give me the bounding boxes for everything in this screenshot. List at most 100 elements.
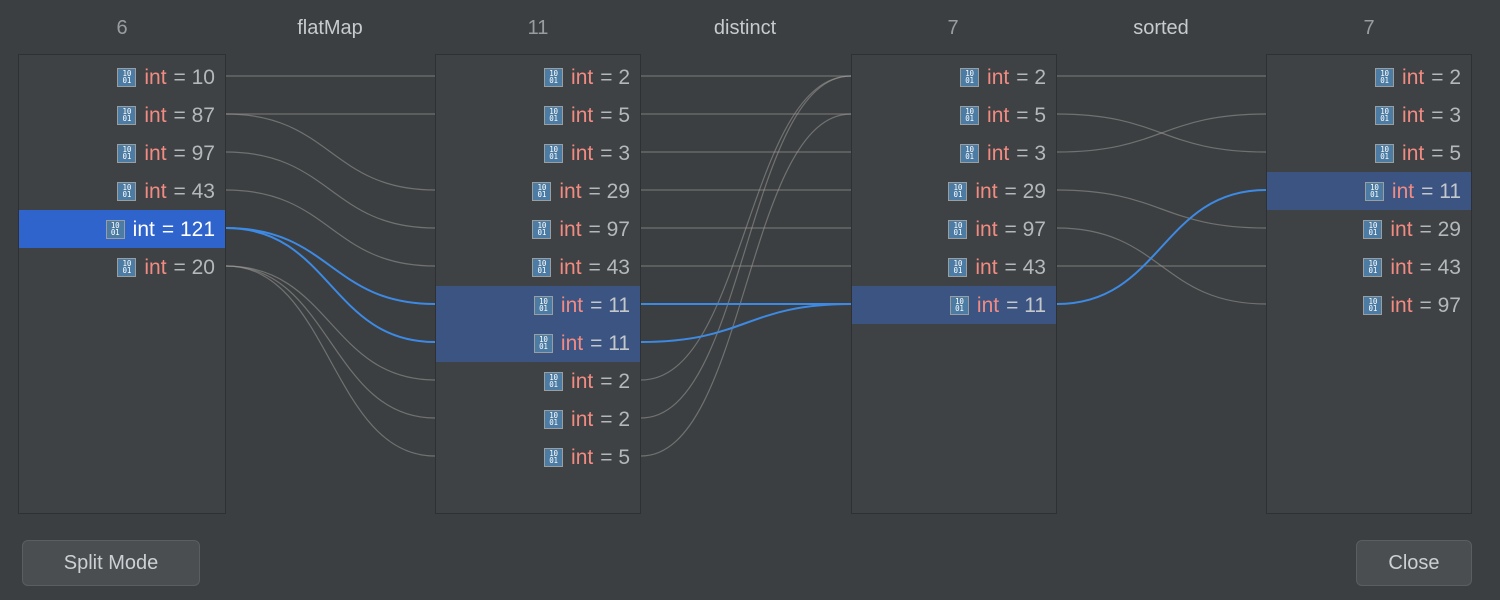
link xyxy=(640,75,852,381)
row-list: 10 01 int = 2 10 01 int = 5 10 01 int = 3 10 01 int = 2… xyxy=(436,58,640,476)
binary-number-icon: 10 01 xyxy=(1363,295,1383,315)
split-mode-label: Split Mode xyxy=(63,551,159,574)
binary-number-icon: 10 01 xyxy=(544,67,564,87)
binary-icon-bottom: 01 xyxy=(549,152,558,161)
row-type-label: int xyxy=(976,293,1000,317)
row-value-label: = 10 xyxy=(173,65,215,89)
header-flatmap-count: 11 xyxy=(527,17,549,39)
table-row[interactable]: 10 01 int = 5 xyxy=(852,96,1056,134)
table-row[interactable]: 10 01 int = 11 xyxy=(852,286,1056,324)
table-row[interactable]: 10 01 int = 29 xyxy=(852,172,1056,210)
binary-number-icon: 10 01 xyxy=(532,257,552,277)
binary-icon-bottom: 01 xyxy=(122,76,132,85)
link xyxy=(225,113,436,191)
binary-number-icon: 10 01 xyxy=(1375,105,1395,125)
row-type-label: int xyxy=(571,141,594,165)
header-distinct-count: 7 xyxy=(947,17,959,39)
table-row[interactable]: 10 01 int = 43 xyxy=(19,172,225,210)
binary-number-icon: 10 01 xyxy=(544,143,564,163)
row-type-label: int xyxy=(560,331,584,355)
link-highlighted xyxy=(225,227,436,343)
row-value-label: = 5 xyxy=(1431,141,1461,165)
binary-icon-bottom: 01 xyxy=(1380,114,1389,123)
row-value-label: = 2 xyxy=(600,369,630,393)
table-row[interactable]: 10 01 int = 43 xyxy=(852,248,1056,286)
binary-icon-bottom: 01 xyxy=(537,228,547,237)
binary-number-icon: 10 01 xyxy=(1375,143,1395,163)
link xyxy=(1056,227,1267,305)
row-value-label: = 29 xyxy=(588,179,630,203)
flatmap-panel[interactable]: 10 01 int = 2 10 01 int = 5 10 01 int = 3 10 01 int = 2… xyxy=(435,54,641,514)
binary-icon-bottom: 01 xyxy=(953,266,963,275)
binary-number-icon: 10 01 xyxy=(1363,257,1383,277)
split-mode-button[interactable]: Split Mode xyxy=(22,540,200,586)
table-row[interactable]: 10 01 int = 43 xyxy=(1267,248,1471,286)
table-row[interactable]: 10 01 int = 5 xyxy=(436,96,640,134)
table-row[interactable]: 10 01 int = 97 xyxy=(19,134,225,172)
table-row[interactable]: 10 01 int = 11 xyxy=(1267,172,1471,210)
table-row[interactable]: 10 01 int = 11 xyxy=(436,324,640,362)
row-value-label: = 97 xyxy=(588,217,630,241)
binary-number-icon: 10 01 xyxy=(532,219,552,239)
table-row[interactable]: 10 01 int = 97 xyxy=(852,210,1056,248)
binary-number-icon: 10 01 xyxy=(117,143,137,163)
table-row[interactable]: 10 01 int = 97 xyxy=(436,210,640,248)
binary-number-icon: 10 01 xyxy=(1364,181,1384,201)
table-row[interactable]: 10 01 int = 97 xyxy=(1267,286,1471,324)
header-sorted-count: 7 xyxy=(1363,17,1375,39)
table-row[interactable]: 10 01 int = 5 xyxy=(1267,134,1471,172)
table-row[interactable]: 10 01 int = 2 xyxy=(436,58,640,96)
link xyxy=(225,265,436,419)
table-row[interactable]: 10 01 int = 43 xyxy=(436,248,640,286)
binary-icon-bottom: 01 xyxy=(965,76,974,85)
row-value-label: = 43 xyxy=(1004,255,1046,279)
stream-trace-dialog: 6 flatMap 11 distinct 7 sorted 7 10 01 int = 10 10… xyxy=(0,0,1500,600)
table-row[interactable]: 10 01 int = 2 xyxy=(852,58,1056,96)
binary-number-icon: 10 01 xyxy=(532,181,552,201)
source-panel[interactable]: 10 01 int = 10 10 01 int = 87 10 01 int = 97 10 01 int… xyxy=(18,54,226,514)
row-type-label: int xyxy=(144,141,167,165)
binary-icon-bottom: 01 xyxy=(122,266,132,275)
table-row[interactable]: 10 01 int = 2 xyxy=(436,362,640,400)
row-value-label: = 3 xyxy=(1016,141,1046,165)
row-type-label: int xyxy=(987,141,1010,165)
row-value-label: = 11 xyxy=(1421,179,1461,203)
table-row[interactable]: 10 01 int = 3 xyxy=(1267,96,1471,134)
binary-number-icon: 10 01 xyxy=(1363,219,1383,239)
table-row[interactable]: 10 01 int = 5 xyxy=(436,438,640,476)
binary-number-icon: 10 01 xyxy=(533,295,553,315)
table-row[interactable]: 10 01 int = 3 xyxy=(852,134,1056,172)
table-row[interactable]: 10 01 int = 2 xyxy=(1267,58,1471,96)
row-value-label: = 97 xyxy=(1419,293,1461,317)
binary-icon-bottom: 01 xyxy=(549,456,558,465)
binary-icon-bottom: 01 xyxy=(549,76,558,85)
table-row[interactable]: 10 01 int = 87 xyxy=(19,96,225,134)
row-type-label: int xyxy=(559,255,582,279)
table-row[interactable]: 10 01 int = 29 xyxy=(1267,210,1471,248)
row-type-label: int xyxy=(987,103,1010,127)
table-row[interactable]: 10 01 int = 2 xyxy=(436,400,640,438)
link-highlighted xyxy=(225,227,436,305)
binary-icon-bottom: 01 xyxy=(965,114,974,123)
row-value-label: = 2 xyxy=(1016,65,1046,89)
distinct-panel[interactable]: 10 01 int = 2 10 01 int = 5 10 01 int = 3 10 01 int = 2… xyxy=(851,54,1057,514)
table-row[interactable]: 10 01 int = 121 xyxy=(19,210,225,248)
row-value-label: = 3 xyxy=(600,141,630,165)
table-row[interactable]: 10 01 int = 29 xyxy=(436,172,640,210)
close-button[interactable]: Close xyxy=(1356,540,1472,586)
row-value-label: = 43 xyxy=(588,255,630,279)
table-row[interactable]: 10 01 int = 11 xyxy=(436,286,640,324)
sorted-panel[interactable]: 10 01 int = 2 10 01 int = 3 10 01 int = 5 10 01 int = 1… xyxy=(1266,54,1472,514)
table-row[interactable]: 10 01 int = 3 xyxy=(436,134,640,172)
row-type-label: int xyxy=(1390,217,1413,241)
row-type-label: int xyxy=(1402,103,1425,127)
table-row[interactable]: 10 01 int = 10 xyxy=(19,58,225,96)
table-row[interactable]: 10 01 int = 20 xyxy=(19,248,225,286)
row-list: 10 01 int = 10 10 01 int = 87 10 01 int = 97 10 01 int… xyxy=(19,58,225,286)
row-value-label: = 97 xyxy=(173,141,215,165)
binary-number-icon: 10 01 xyxy=(117,105,137,125)
link xyxy=(640,113,852,457)
binary-number-icon: 10 01 xyxy=(105,219,125,239)
binary-number-icon: 10 01 xyxy=(544,105,564,125)
binary-number-icon: 10 01 xyxy=(949,295,969,315)
